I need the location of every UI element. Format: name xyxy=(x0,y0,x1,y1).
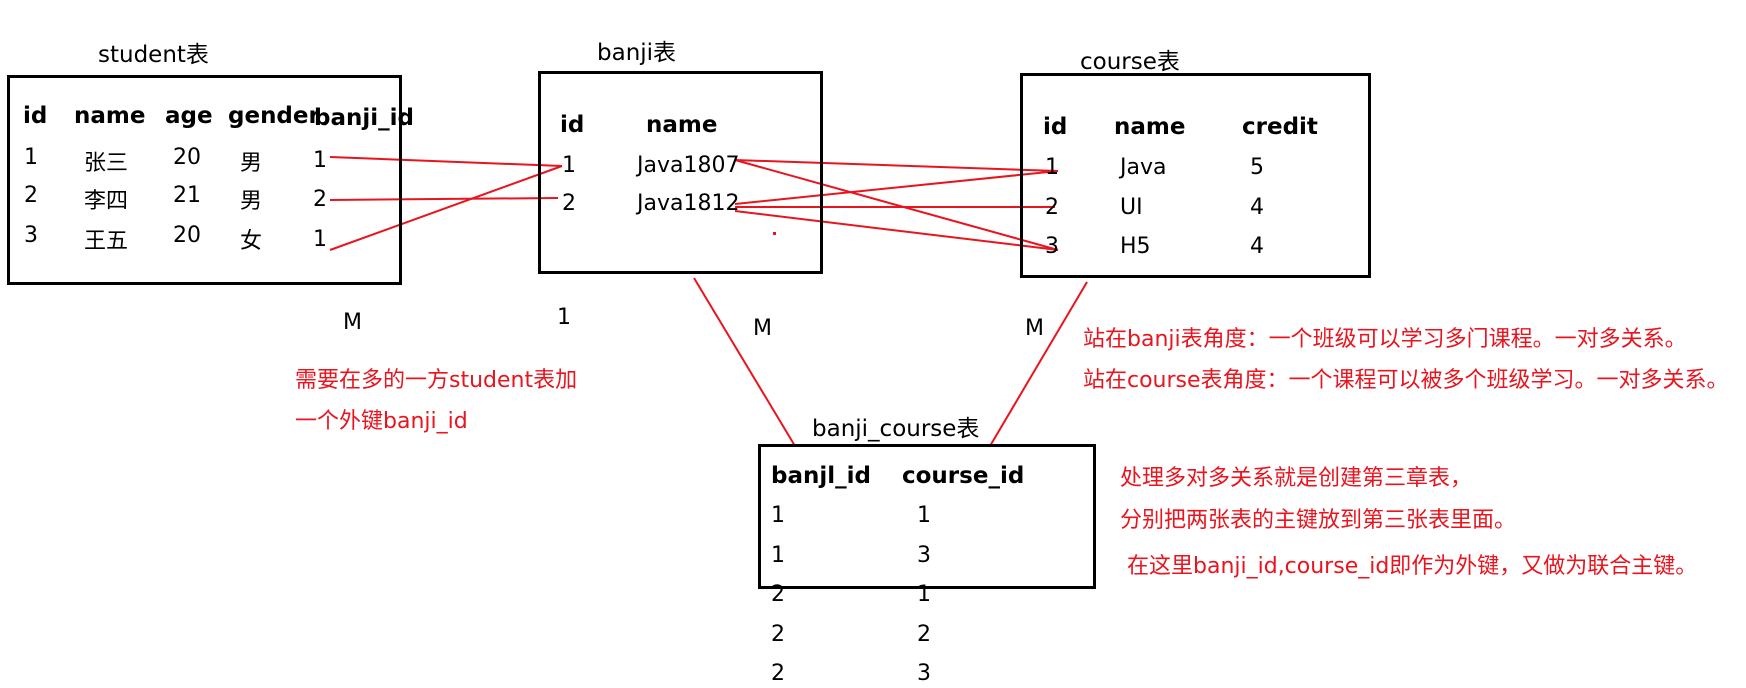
cardinality-banji-one: 1 xyxy=(557,305,571,330)
student-cell-r3-gender: 女 xyxy=(240,229,263,254)
banji-header-name: name xyxy=(646,112,718,138)
banji-course-cell-r3-course-id: 1 xyxy=(917,582,931,607)
student-cell-r2-gender: 男 xyxy=(240,189,263,214)
course-header-name: name xyxy=(1114,114,1186,140)
banji-course-header-course-id: course_id xyxy=(902,463,1025,489)
student-cell-r2-id: 2 xyxy=(24,183,38,208)
student-cell-r2-name: 李四 xyxy=(84,189,129,214)
cardinality-banji-course-m-left: M xyxy=(753,316,772,341)
student-cell-r3-name: 王五 xyxy=(84,229,129,254)
banji-course-cell-r4-banji-id: 2 xyxy=(771,622,785,647)
student-cell-r3-id: 3 xyxy=(24,223,38,248)
banji-course-cell-r1-banji-id: 1 xyxy=(771,503,785,528)
banji-course-header-banji-id: banjl_id xyxy=(771,463,871,489)
course-cell-r2-id: 2 xyxy=(1045,195,1059,220)
banji-cell-r2-name: Java1812 xyxy=(637,191,740,216)
student-cell-r3-age: 20 xyxy=(173,223,201,248)
student-cell-r1-id: 1 xyxy=(24,145,38,170)
course-cell-r1-id: 1 xyxy=(1045,155,1059,180)
banji-header-id: id xyxy=(560,112,585,138)
course-perspective-note: 站在course表角度：一个课程可以被多个班级学习。一对多关系。 xyxy=(1083,368,1729,393)
student-cell-r1-name: 张三 xyxy=(84,151,129,176)
cardinality-banji-course-m-right: M xyxy=(1025,316,1044,341)
composite-key-note: 在这里banji_id,course_id即作为外键，又做为联合主键。 xyxy=(1127,554,1698,579)
course-cell-r2-name: UI xyxy=(1120,195,1143,220)
banji-course-cell-r5-banji-id: 2 xyxy=(771,661,785,686)
banji-course-cell-r2-banji-id: 1 xyxy=(771,543,785,568)
banji-course-cell-r4-course-id: 2 xyxy=(917,622,931,647)
banji-course-cell-r5-course-id: 3 xyxy=(917,661,931,686)
student-header-id: id xyxy=(23,103,48,129)
student-cell-r1-gender: 男 xyxy=(240,151,263,176)
course-cell-r3-credit: 4 xyxy=(1250,234,1264,259)
banji-course-table-title: banji_course表 xyxy=(812,416,980,442)
banji-course-cell-r3-banji-id: 2 xyxy=(771,582,785,607)
student-cell-r1-age: 20 xyxy=(173,145,201,170)
student-cell-r3-banji-id: 1 xyxy=(313,227,327,252)
many-to-many-note-line2: 分别把两张表的主键放到第三张表里面。 xyxy=(1120,508,1517,533)
banji-cell-r1-name: Java1807 xyxy=(637,153,740,178)
course-cell-r2-credit: 4 xyxy=(1250,195,1264,220)
student-foreign-key-note-line2: 一个外键banji_id xyxy=(295,409,468,434)
course-table xyxy=(1020,73,1371,278)
cardinality-student-m: M xyxy=(343,310,362,335)
student-header-banji-id: banji_id xyxy=(314,105,414,131)
course-cell-r3-name: H5 xyxy=(1120,234,1151,259)
banji-perspective-note: 站在banji表角度：一个班级可以学习多门课程。一对多关系。 xyxy=(1083,327,1687,352)
course-cell-r3-id: 3 xyxy=(1045,234,1059,259)
student-header-name: name xyxy=(74,103,146,129)
line-course-to-junction xyxy=(989,281,1088,447)
course-header-id: id xyxy=(1043,114,1068,140)
student-header-gender: gender xyxy=(228,103,320,129)
banji-course-cell-r1-course-id: 1 xyxy=(917,503,931,528)
course-cell-r1-credit: 5 xyxy=(1250,155,1264,180)
banji-table-title: banji表 xyxy=(597,40,677,66)
student-table-title: student表 xyxy=(98,42,209,68)
student-cell-r1-banji-id: 1 xyxy=(313,148,327,173)
student-cell-r2-age: 21 xyxy=(173,183,201,208)
banji-cell-r1-id: 1 xyxy=(562,153,576,178)
student-header-age: age xyxy=(165,103,213,129)
course-table-title: course表 xyxy=(1080,49,1180,75)
banji-course-cell-r2-course-id: 3 xyxy=(917,543,931,568)
banji-cell-r2-id: 2 xyxy=(562,191,576,216)
student-foreign-key-note-line1: 需要在多的一方student表加 xyxy=(295,368,578,393)
course-header-credit: credit xyxy=(1242,114,1318,140)
line-banji-to-junction xyxy=(693,277,796,447)
many-to-many-note-line1: 处理多对多关系就是创建第三章表， xyxy=(1120,466,1473,491)
course-cell-r1-name: Java xyxy=(1120,155,1167,180)
student-cell-r2-banji-id: 2 xyxy=(313,187,327,212)
